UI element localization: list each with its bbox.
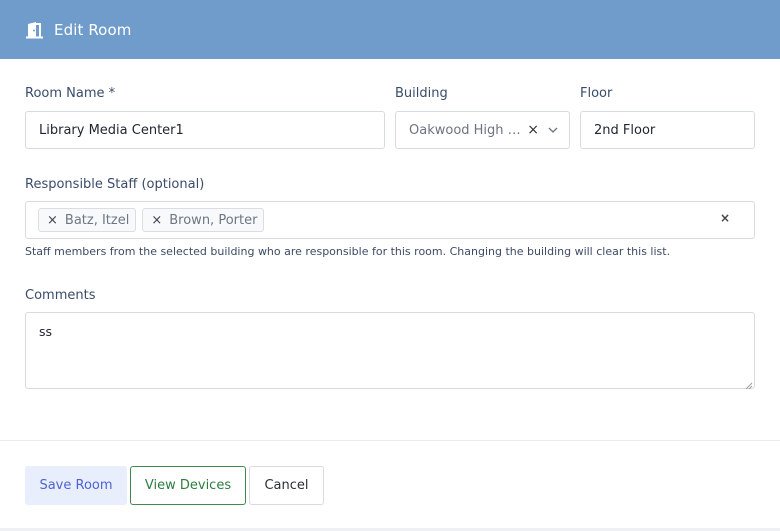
floor-value: 2nd Floor: [594, 122, 656, 138]
comments-textarea[interactable]: ss: [25, 312, 755, 390]
comments-value: ss: [39, 324, 53, 339]
staff-tag-label: Batz, Itzel: [64, 212, 130, 228]
room-name-input[interactable]: Library Media Center1: [25, 111, 385, 149]
building-label: Building: [395, 86, 448, 101]
staff-tag: × Batz, Itzel: [38, 208, 137, 232]
building-clear-icon[interactable]: ×: [527, 122, 539, 138]
staff-tag: × Brown, Porter: [142, 208, 265, 232]
chevron-down-icon[interactable]: [547, 124, 559, 136]
resize-handle-icon[interactable]: [744, 378, 753, 390]
modal-title: Edit Room: [54, 20, 132, 39]
floor-input[interactable]: 2nd Floor: [580, 111, 755, 149]
save-room-button[interactable]: Save Room: [25, 466, 127, 505]
responsible-staff-select[interactable]: × Batz, Itzel × Brown, Porter ×: [25, 201, 755, 239]
comments-label: Comments: [25, 288, 96, 303]
remove-tag-icon[interactable]: ×: [151, 213, 162, 228]
door-open-icon: [25, 21, 44, 39]
clear-all-icon[interactable]: ×: [720, 211, 730, 225]
responsible-staff-label: Responsible Staff (optional): [25, 177, 205, 192]
room-name-value: Library Media Center1: [39, 122, 184, 138]
modal-header: Edit Room: [0, 0, 780, 59]
cancel-button[interactable]: Cancel: [249, 466, 324, 505]
building-select[interactable]: Oakwood High Sc... ×: [395, 111, 570, 149]
staff-tag-label: Brown, Porter: [169, 212, 258, 228]
building-value: Oakwood High Sc...: [409, 122, 525, 138]
responsible-staff-help: Staff members from the selected building…: [25, 245, 671, 258]
footer-divider: [0, 440, 780, 441]
remove-tag-icon[interactable]: ×: [47, 213, 58, 228]
room-name-label: Room Name *: [25, 86, 116, 101]
floor-label: Floor: [580, 86, 613, 101]
view-devices-button[interactable]: View Devices: [130, 466, 246, 505]
